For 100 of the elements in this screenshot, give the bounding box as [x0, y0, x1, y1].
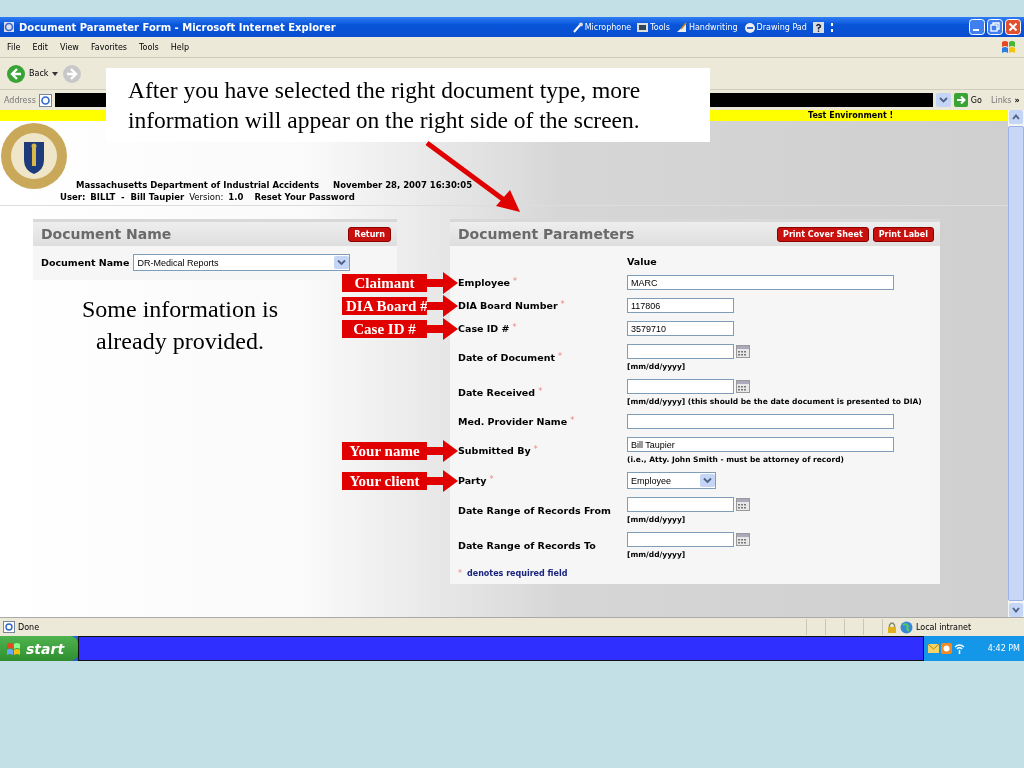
- pointer-arrow: [427, 293, 458, 318]
- column-heading: Value: [627, 256, 658, 267]
- calendar-icon[interactable]: [736, 533, 750, 546]
- address-label: Address: [4, 95, 36, 105]
- window-title: Document Parameter Form - Microsoft Internet Explorer: [19, 21, 336, 33]
- text-field[interactable]: Bill Taupier: [627, 437, 894, 452]
- field-label: Date Range of Records To: [458, 540, 596, 551]
- status-text: Done: [18, 622, 40, 632]
- menu-item[interactable]: Help: [170, 42, 189, 52]
- close-icon[interactable]: [1005, 19, 1021, 35]
- party-select[interactable]: Employee: [627, 472, 716, 489]
- panel-title: Document Parameters: [458, 226, 635, 242]
- caret-icon[interactable]: [52, 71, 59, 76]
- globe-icon: [900, 620, 913, 634]
- mail-icon[interactable]: [928, 644, 939, 653]
- field-label: Document Name: [41, 257, 130, 268]
- required-mark: *: [560, 300, 565, 311]
- callout-label: Your client: [342, 471, 427, 490]
- date-field[interactable]: [627, 497, 734, 512]
- callout-label: Your name: [342, 441, 427, 460]
- callout-label: Case ID #: [342, 319, 427, 338]
- required-mark: *: [513, 277, 518, 288]
- required-mark: *: [558, 352, 562, 363]
- back-button[interactable]: Back: [6, 63, 49, 84]
- callout-tooltip: After you have selected the right document type, more information will appear on the right side of the screen.: [106, 68, 710, 142]
- field-label: Date of Document: [458, 352, 555, 363]
- clock: 4:42 PM: [987, 644, 1020, 653]
- date-field[interactable]: [627, 344, 734, 359]
- options-icon[interactable]: [829, 21, 834, 33]
- calendar-icon[interactable]: [736, 380, 750, 393]
- go-arrow-icon: [953, 93, 968, 107]
- menu-item[interactable]: Favorites: [90, 42, 127, 52]
- required-mark: *: [458, 569, 462, 578]
- calendar-icon[interactable]: [736, 345, 750, 358]
- restore-icon[interactable]: [987, 19, 1003, 35]
- microphone-icon: [571, 21, 583, 33]
- page-icon: [38, 93, 52, 107]
- browser-icon: [3, 21, 15, 33]
- field-label: DIA Board Number: [458, 300, 558, 311]
- agency-name: Massachusetts Department of Industrial Accidents: [76, 180, 320, 190]
- note-text: Some information is already provided.: [81, 295, 279, 356]
- print-button[interactable]: Print Label: [872, 226, 934, 242]
- user-label: User:: [60, 192, 86, 202]
- more-links-button[interactable]: »: [1014, 95, 1020, 105]
- text-field[interactable]: 117806: [627, 298, 734, 313]
- wireless-icon[interactable]: [954, 643, 965, 654]
- calendar-icon[interactable]: [736, 498, 750, 511]
- drawing-pad-icon: [743, 21, 755, 33]
- scrollbar[interactable]: [1008, 110, 1024, 617]
- field-label: Party: [458, 475, 487, 486]
- go-button[interactable]: Go: [953, 93, 988, 107]
- page-icon: [3, 621, 15, 633]
- pointer-arrow: [427, 316, 458, 341]
- text-field[interactable]: 3579710: [627, 321, 734, 336]
- version-label: Version:: [189, 192, 224, 202]
- date-field[interactable]: [627, 379, 734, 394]
- dropdown-icon[interactable]: [935, 93, 951, 107]
- menu-item[interactable]: Edit: [32, 42, 48, 52]
- required-mark: *: [489, 475, 494, 486]
- help-icon[interactable]: [812, 21, 824, 33]
- tray-app-icon[interactable]: [941, 643, 952, 654]
- windows-logo: [1001, 39, 1017, 55]
- field-label: Date Range of Records From: [458, 505, 611, 516]
- callout-label: Claimant: [342, 273, 427, 292]
- language-bar-button[interactable]: Tools: [637, 21, 670, 33]
- date-field[interactable]: [627, 532, 734, 547]
- field-label: Submitted By: [458, 445, 531, 456]
- dropdown-icon[interactable]: [334, 256, 350, 269]
- field-label: Date Received: [458, 387, 536, 398]
- menu-item[interactable]: File: [7, 42, 21, 52]
- field-label: Med. Provider Name: [458, 416, 568, 427]
- zone-text: Local intranet: [916, 622, 972, 632]
- field-label: Case ID #: [458, 323, 510, 334]
- language-bar-button[interactable]: Drawing Pad: [743, 21, 807, 33]
- pen-icon: [675, 21, 687, 33]
- pointer-arrow: [427, 438, 458, 463]
- document-name-select[interactable]: DR-Medical Reports: [133, 254, 351, 271]
- required-mark: *: [533, 445, 538, 456]
- links-label[interactable]: Links: [990, 95, 1012, 105]
- text-field[interactable]: [627, 414, 894, 429]
- pointer-arrow: [427, 270, 458, 295]
- minimize-icon[interactable]: [969, 19, 985, 35]
- pointer-arrow: [427, 468, 458, 493]
- reset-password-link[interactable]: Reset Your Password: [254, 192, 355, 202]
- scroll-down-icon[interactable]: [1009, 603, 1023, 617]
- language-bar-button[interactable]: Handwriting: [675, 21, 738, 33]
- print-button[interactable]: Print Cover Sheet: [777, 226, 869, 242]
- required-mark: *: [570, 416, 575, 427]
- timestamp: November 28, 2007 16:30:05: [333, 180, 473, 190]
- scroll-up-icon[interactable]: [1009, 110, 1023, 124]
- language-bar-button[interactable]: Microphone: [571, 21, 632, 33]
- lock-icon: [887, 621, 897, 633]
- version-number: 1.0: [228, 192, 244, 202]
- required-note: denotes required field: [467, 569, 568, 578]
- menu-item[interactable]: Tools: [139, 42, 159, 52]
- dropdown-icon[interactable]: [700, 474, 715, 487]
- return-button[interactable]: Return: [348, 226, 391, 242]
- menu-item[interactable]: View: [59, 42, 79, 52]
- text-field[interactable]: MARC: [627, 275, 894, 290]
- field-label: Employee: [458, 277, 511, 288]
